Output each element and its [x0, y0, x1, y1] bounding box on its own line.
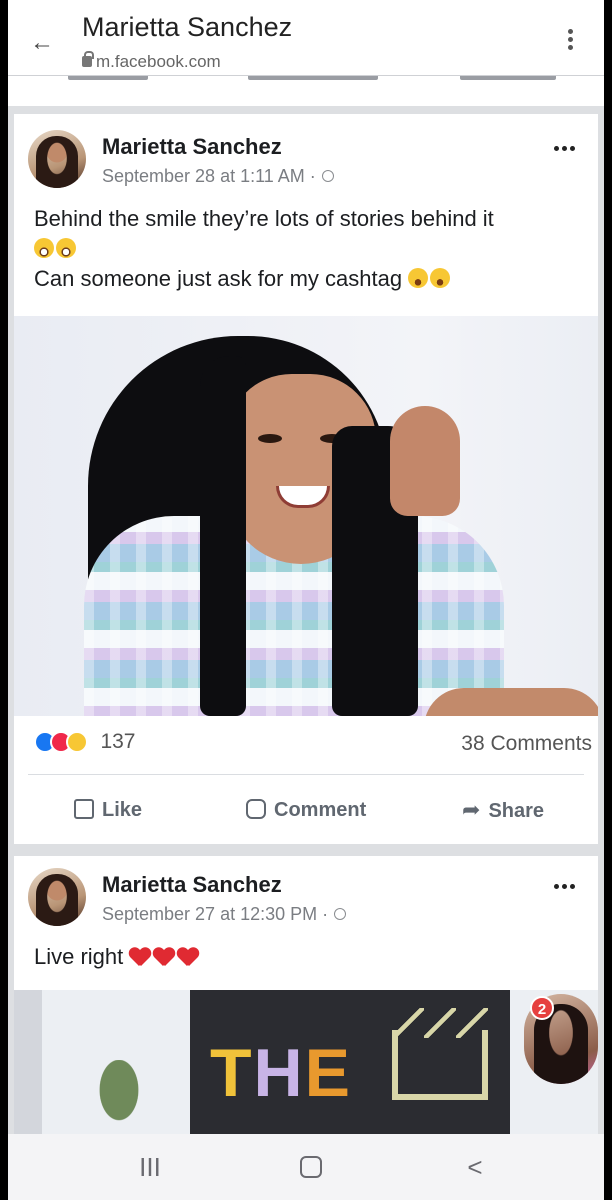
emoji-row [34, 234, 494, 264]
comment-count[interactable]: 38 Comments [461, 732, 592, 756]
comment-button[interactable]: Comment [246, 790, 366, 830]
post-text: Live right [34, 942, 201, 972]
post-actions: Like Comment ➦ Share [14, 790, 598, 830]
back-arrow-icon[interactable]: ← [30, 28, 60, 58]
globe-icon [321, 170, 334, 183]
thumbs-up-icon [74, 798, 94, 819]
avatar[interactable] [28, 130, 86, 188]
comment-label: Comment [274, 799, 367, 821]
heart-emoji-icon [177, 946, 199, 966]
post-text-line: Can someone just ask for my cashtag [34, 266, 403, 291]
grinning-emoji-icon [34, 238, 54, 259]
more-options-icon[interactable] [560, 26, 580, 58]
sad-emoji-icon [430, 268, 451, 289]
globe-icon [334, 908, 347, 921]
recent-apps-button[interactable]: III [130, 1150, 170, 1184]
care-reaction-icon [66, 731, 88, 753]
previous-post-actions [8, 74, 604, 106]
post-card: Marietta Sanchez September 27 at 12:30 P… [14, 856, 598, 1156]
like-label: Like [102, 799, 143, 821]
sign-letter: E [304, 1035, 353, 1111]
facebook-page: ← Marietta Sanchez m.facebook.com Mariet… [8, 0, 604, 1200]
sign-letter: T [210, 1035, 254, 1111]
share-label: Share [488, 800, 545, 822]
home-button[interactable] [296, 1150, 326, 1184]
heart-emoji-icon [153, 946, 175, 966]
post-card: Marietta Sanchez September 28 at 1:11 AM… [14, 114, 598, 844]
divider [28, 774, 584, 775]
post-timestamp[interactable]: September 27 at 12:30 PM · [102, 904, 347, 925]
post-more-icon[interactable] [554, 146, 580, 156]
url-bar[interactable]: m.facebook.com [82, 51, 221, 72]
post-text-line-2: Can someone just ask for my cashtag [34, 264, 494, 294]
browser-toolbar: ← Marietta Sanchez m.facebook.com [8, 0, 604, 76]
chat-head-badge: 2 [530, 996, 554, 1020]
post-time-text: September 27 at 12:30 PM · [102, 904, 329, 924]
post-timestamp[interactable]: September 28 at 1:11 AM · [102, 166, 334, 187]
share-button[interactable]: ➦ Share [462, 790, 544, 830]
share-arrow-icon: ➦ [462, 797, 481, 822]
post-time-text: September 28 at 1:11 AM · [102, 166, 316, 186]
sign-letter: H [253, 1035, 305, 1111]
comment-bubble-icon [246, 798, 266, 819]
android-nav-bar: III < [8, 1134, 604, 1200]
lock-icon [82, 51, 94, 67]
page-title: Marietta Sanchez [82, 12, 293, 42]
post-text-line: Live right [34, 944, 124, 969]
sad-emoji-icon [408, 268, 429, 289]
reaction-summary[interactable]: 137 [34, 730, 136, 760]
like-button[interactable]: Like [74, 790, 142, 830]
sign-text: THE [210, 1034, 352, 1112]
avatar[interactable] [28, 868, 86, 926]
post-photo[interactable]: THE [14, 990, 598, 1156]
post-text: Behind the smile they’re lots of stories… [34, 204, 494, 294]
reaction-count: 137 [100, 730, 136, 753]
url-text: m.facebook.com [96, 52, 221, 71]
post-author[interactable]: Marietta Sanchez [102, 134, 282, 160]
post-author[interactable]: Marietta Sanchez [102, 872, 282, 898]
grinning-emoji-icon [56, 238, 76, 259]
crown-base [392, 1030, 488, 1100]
back-button[interactable]: < [460, 1150, 490, 1184]
post-text-line: Behind the smile they’re lots of stories… [34, 206, 494, 231]
post-more-icon[interactable] [554, 884, 580, 894]
heart-emoji-icon [129, 946, 151, 966]
post-photo[interactable] [14, 316, 598, 716]
